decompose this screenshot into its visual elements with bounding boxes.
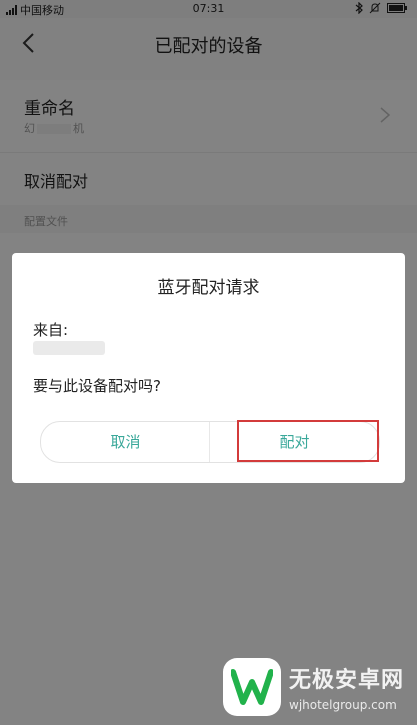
watermark-logo-icon (223, 658, 281, 716)
pairing-dialog: 蓝牙配对请求 来自: 要与此设备配对吗? 取消 配对 (12, 253, 405, 483)
from-device-redacted (33, 341, 105, 355)
watermark: 无极安卓网 wjhotelgroup.com (217, 654, 417, 724)
cancel-button[interactable]: 取消 (41, 422, 210, 462)
screen: 中国移动 07:31 已配对的设备 重命名 幻机 取消配对 配置文件 蓝牙配对请… (0, 0, 417, 725)
watermark-url: wjhotelgroup.com (289, 698, 397, 712)
dialog-title: 蓝牙配对请求 (157, 278, 260, 298)
from-label: 来自: (33, 321, 69, 339)
watermark-title: 无极安卓网 (289, 668, 405, 693)
highlight-annotation (237, 420, 379, 462)
pair-question: 要与此设备配对吗? (33, 377, 161, 395)
